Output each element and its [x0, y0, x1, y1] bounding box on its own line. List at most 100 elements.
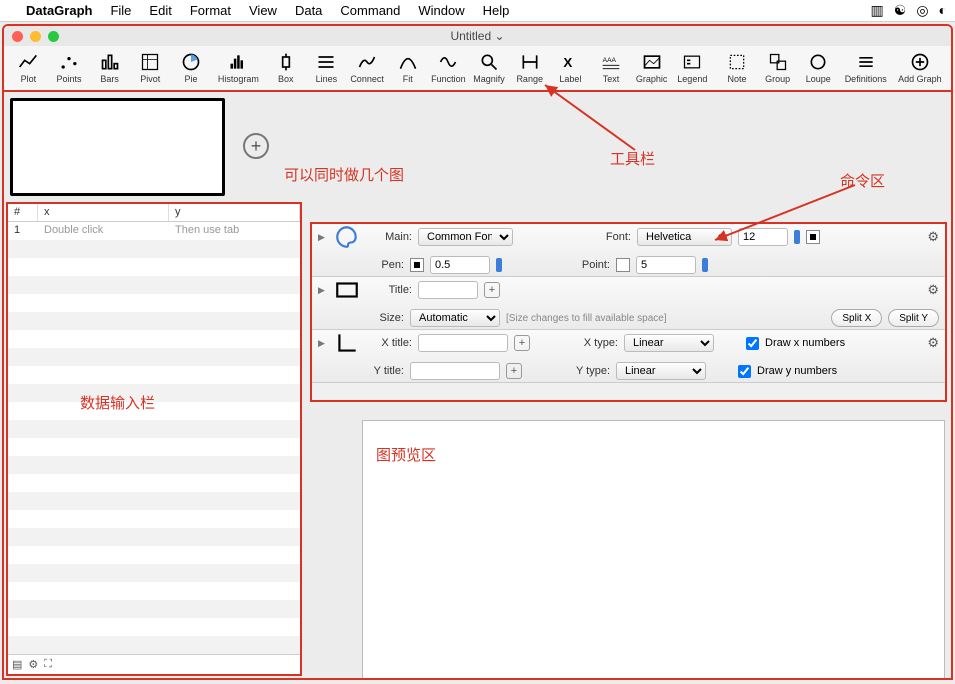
drawx-label: Draw x numbers [765, 337, 845, 349]
menu-edit[interactable]: Edit [149, 3, 171, 18]
toolbar: Plot Points Bars Pivot Pie Histogram Box… [2, 44, 953, 92]
tool-box[interactable]: Box [267, 52, 304, 84]
col-num[interactable]: # [8, 204, 38, 221]
cmd-row-axes: ▶ X title: + X type: Linear Draw x numbe… [312, 330, 945, 383]
gear-icon[interactable]: ⚙︎ [927, 282, 939, 298]
graph-thumb-1[interactable] [10, 98, 225, 196]
font-select[interactable]: Helvetica [637, 228, 732, 246]
tool-pivot[interactable]: Pivot [132, 52, 169, 84]
col-y[interactable]: y [169, 204, 300, 221]
title-input[interactable] [418, 281, 478, 299]
tool-note[interactable]: Note [719, 52, 756, 84]
tool-pie[interactable]: Pie [173, 52, 210, 84]
footer-icon-gear[interactable]: ⚙︎ [28, 658, 38, 671]
font-size-input[interactable] [738, 228, 788, 246]
drawy-checkbox[interactable] [738, 365, 751, 378]
tool-group[interactable]: Group [759, 52, 796, 84]
gear-icon[interactable]: ⚙︎ [927, 229, 939, 245]
graph-preview [362, 420, 945, 680]
splity-button[interactable]: Split Y [888, 309, 939, 327]
annotation-preview: 图预览区 [376, 444, 436, 465]
tool-points[interactable]: Points [51, 52, 88, 84]
pen-label: Pen: [358, 259, 404, 271]
point-style-swatch[interactable] [616, 258, 630, 272]
window-title[interactable]: Untitled ⌄ [4, 29, 951, 43]
tool-addgraph[interactable]: Add Graph [895, 52, 945, 84]
canvas-icon [334, 279, 360, 301]
menu-help[interactable]: Help [483, 3, 510, 18]
disclosure-icon[interactable]: ▶ [318, 232, 328, 243]
disclosure-icon[interactable]: ▶ [318, 285, 328, 296]
graph-thumbnails: + [4, 94, 304, 200]
add-ytitle-button[interactable]: + [506, 363, 522, 379]
xtype-select[interactable]: Linear [624, 334, 714, 352]
app-name[interactable]: DataGraph [26, 3, 92, 18]
tool-text[interactable]: AAAText [593, 52, 630, 84]
add-title-button[interactable]: + [484, 282, 500, 298]
font-color-swatch[interactable] [806, 230, 820, 244]
menu-data[interactable]: Data [295, 3, 322, 18]
add-graph-button[interactable]: + [243, 133, 269, 159]
gear-icon[interactable]: ⚙︎ [927, 335, 939, 351]
cmd-row-style: ▶ Main: Common Font Font: Helvetica ⚙︎ P… [312, 224, 945, 277]
tool-legend[interactable]: Legend [674, 52, 711, 84]
status-icon-1[interactable]: ▥ [871, 2, 884, 19]
size-select[interactable]: Automatic [410, 309, 500, 327]
xtitle-input[interactable] [418, 334, 508, 352]
menu-window[interactable]: Window [418, 3, 464, 18]
main-select[interactable]: Common Font [418, 228, 513, 246]
tool-definitions[interactable]: Definitions [841, 52, 891, 84]
pen-slider[interactable] [496, 258, 502, 272]
annotation-toolbar: 工具栏 [610, 148, 655, 169]
font-slider[interactable] [794, 230, 800, 244]
pen-color-swatch[interactable] [410, 258, 424, 272]
footer-icon-expand[interactable]: ⛶ [44, 658, 52, 671]
tool-lines[interactable]: Lines [308, 52, 345, 84]
tool-magnify[interactable]: Magnify [471, 52, 508, 84]
ytype-label: Y type: [564, 365, 610, 377]
ytitle-label: Y title: [358, 365, 404, 377]
cmd-row-canvas: ▶ Title: + ⚙︎ Size: Automatic [Size chan… [312, 277, 945, 330]
titlebar: Untitled ⌄ [4, 26, 951, 46]
drawx-checkbox[interactable] [746, 337, 759, 350]
tool-label[interactable]: XLabel [552, 52, 589, 84]
pen-input[interactable] [430, 256, 490, 274]
size-hint: [Size changes to fill available space] [506, 313, 667, 324]
tool-bars[interactable]: Bars [91, 52, 128, 84]
tool-graphic[interactable]: Graphic [633, 52, 670, 84]
menu-format[interactable]: Format [190, 3, 231, 18]
axes-icon [334, 332, 360, 354]
size-label: Size: [358, 312, 404, 324]
menu-command[interactable]: Command [340, 3, 400, 18]
menubar-status-icons: ▥ ☯ ◎ ◐ [871, 2, 947, 19]
add-xtitle-button[interactable]: + [514, 335, 530, 351]
tool-function[interactable]: Function [430, 52, 467, 84]
disclosure-icon[interactable]: ▶ [318, 338, 328, 349]
data-table-footer: ▤ ⚙︎ ⛶ [8, 654, 300, 674]
tool-plot[interactable]: Plot [10, 52, 47, 84]
point-input[interactable] [636, 256, 696, 274]
data-table-body[interactable]: 1 Double click Then use tab [8, 222, 300, 654]
status-icon-2[interactable]: ☯ [894, 2, 907, 19]
status-icon-3[interactable]: ◎ [916, 2, 928, 19]
tool-fit[interactable]: Fit [389, 52, 426, 84]
left-column: + # x y 1 Double click Then use tab [4, 94, 304, 678]
point-slider[interactable] [702, 258, 708, 272]
data-table-header: # x y [8, 204, 300, 222]
tool-connect[interactable]: Connect [349, 52, 386, 84]
ytitle-input[interactable] [410, 362, 500, 380]
ytype-select[interactable]: Linear [616, 362, 706, 380]
splitx-button[interactable]: Split X [831, 309, 882, 327]
tool-histogram[interactable]: Histogram [213, 52, 263, 84]
menu-view[interactable]: View [249, 3, 277, 18]
annotation-addgraph: 可以同时做几个图 [284, 164, 404, 185]
menu-file[interactable]: File [110, 3, 131, 18]
command-area: ▶ Main: Common Font Font: Helvetica ⚙︎ P… [310, 222, 947, 402]
annotation-command: 命令区 [840, 170, 885, 191]
tool-range[interactable]: Range [511, 52, 548, 84]
footer-icon-1[interactable]: ▤ [12, 658, 22, 671]
tool-loupe[interactable]: Loupe [800, 52, 837, 84]
status-icon-4[interactable]: ◐ [939, 2, 947, 19]
col-x[interactable]: x [38, 204, 169, 221]
mac-menubar: DataGraph File Edit Format View Data Com… [0, 0, 955, 22]
